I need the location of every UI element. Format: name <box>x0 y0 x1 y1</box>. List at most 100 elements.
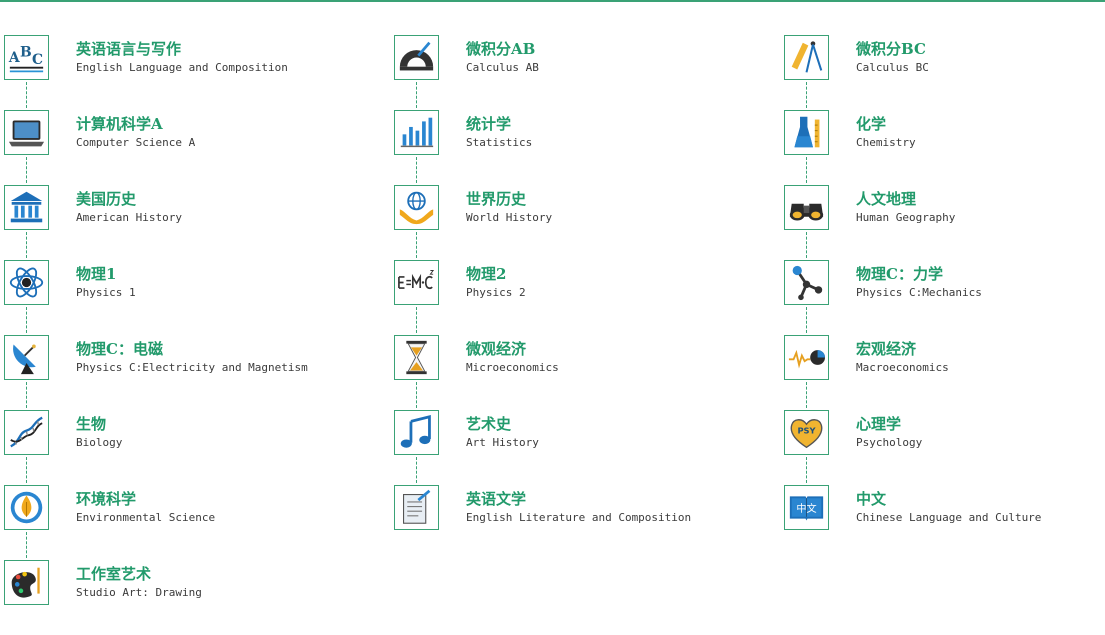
course-title-en: Biology <box>76 436 123 449</box>
course-icon-frame <box>394 335 439 380</box>
course-title-zh[interactable]: 英语语言与写作 <box>76 38 181 59</box>
capitol-building-icon <box>10 191 43 223</box>
dashed-connector <box>26 232 27 258</box>
course-title-zh[interactable]: 生物 <box>76 413 106 434</box>
compass-ruler-icon <box>791 41 823 73</box>
course-icon-frame <box>4 410 49 455</box>
dashed-connector <box>26 157 27 183</box>
dashed-connector <box>416 232 417 258</box>
course-icon-frame: 中文 <box>784 485 829 530</box>
course-icon-frame <box>784 335 829 380</box>
leaf-drop-icon <box>10 491 43 524</box>
course-item[interactable]: 工作室艺术 Studio Art: Drawing <box>4 560 394 635</box>
paint-palette-icon <box>11 567 40 598</box>
course-item[interactable]: 世界历史 World History <box>394 185 784 260</box>
psy-text: PSY <box>797 425 816 435</box>
course-title-zh[interactable]: 世界历史 <box>466 188 526 209</box>
course-title-en: Statistics <box>466 136 533 149</box>
course-title-zh[interactable]: 艺术史 <box>466 413 511 434</box>
course-item[interactable]: 宏观经济 Macroeconomics <box>784 335 1105 410</box>
course-item[interactable]: 英语文学 English Literature and Composition <box>394 485 784 560</box>
dashed-connector <box>416 307 417 333</box>
course-title-zh[interactable]: 统计学 <box>466 113 511 134</box>
course-item[interactable]: 人文地理 Human Geography <box>784 185 1105 260</box>
course-item[interactable]: PSY 心理学 Psychology <box>784 410 1105 485</box>
course-title-en: Physics C:Electricity and Magnetism <box>76 361 308 374</box>
course-title-zh[interactable]: 计算机科学A <box>76 113 163 134</box>
course-title-en: Calculus BC <box>856 61 929 74</box>
course-title-zh[interactable]: 微积分BC <box>856 38 926 59</box>
course-item[interactable]: 物理C：力学 Physics C:Mechanics <box>784 260 1105 335</box>
course-title-zh[interactable]: 化学 <box>856 113 886 134</box>
course-title-en: Studio Art: Drawing <box>76 586 202 599</box>
course-title-zh[interactable]: 心理学 <box>856 413 901 434</box>
course-item[interactable]: 艺术史 Art History <box>394 410 784 485</box>
course-icon-frame <box>4 260 49 305</box>
course-icon-frame <box>784 185 829 230</box>
document-pen-icon <box>402 489 431 524</box>
course-item[interactable]: 物理1 Physics 1 <box>4 260 394 335</box>
course-item[interactable]: 微积分BC Calculus BC <box>784 35 1105 110</box>
course-icon-frame <box>784 35 829 80</box>
course-column-1: A B C 英语语言与写作 English Language and Compo… <box>4 35 394 635</box>
bar-chart-icon <box>400 117 434 148</box>
course-item[interactable]: 计算机科学A Computer Science A <box>4 110 394 185</box>
course-title-en: Chemistry <box>856 136 916 149</box>
course-title-zh[interactable]: 微积分AB <box>466 38 535 59</box>
course-title-zh[interactable]: 中文 <box>856 488 886 509</box>
course-item[interactable]: 生物 Biology <box>4 410 394 485</box>
course-title-en: American History <box>76 211 182 224</box>
course-title-zh[interactable]: 英语文学 <box>466 488 526 509</box>
course-title-zh[interactable]: 物理C：电磁 <box>76 338 163 359</box>
course-item[interactable]: 美国历史 American History <box>4 185 394 260</box>
course-item[interactable]: 化学 Chemistry <box>784 110 1105 185</box>
course-title-zh[interactable]: 工作室艺术 <box>76 563 151 584</box>
course-item[interactable]: 微观经济 Microeconomics <box>394 335 784 410</box>
course-icon-frame <box>394 485 439 530</box>
course-item[interactable]: 环境科学 Environmental Science <box>4 485 394 560</box>
course-title-zh[interactable]: 微观经济 <box>466 338 526 359</box>
course-icon-frame <box>4 335 49 380</box>
course-column-2: 微积分AB Calculus AB 统计学 Statistics 世界历史 Wo… <box>394 35 784 560</box>
top-divider <box>0 0 1105 2</box>
dashed-connector <box>26 382 27 408</box>
abc-letters-icon: A B C <box>8 45 44 73</box>
course-item[interactable]: 统计学 Statistics <box>394 110 784 185</box>
dashed-connector <box>416 82 417 108</box>
course-icon-frame <box>4 485 49 530</box>
dashed-connector <box>806 307 807 333</box>
course-item[interactable]: A B C 英语语言与写作 English Language and Compo… <box>4 35 394 110</box>
course-item[interactable]: 中文 中文 Chinese Language and Culture <box>784 485 1105 560</box>
atom-icon <box>9 267 44 298</box>
course-title-en: Psychology <box>856 436 923 449</box>
flask-icon <box>794 116 820 148</box>
course-title-zh[interactable]: 美国历史 <box>76 188 136 209</box>
course-title-zh[interactable]: 物理1 <box>76 263 116 284</box>
svg-text:A: A <box>8 50 20 66</box>
course-title-en: English Literature and Composition <box>466 511 692 524</box>
chinese-book-text: 中文 <box>796 502 816 515</box>
course-title-en: Physics 1 <box>76 286 136 299</box>
course-column-3: 微积分BC Calculus BC 化学 Chemistry 人文地理 Huma… <box>784 35 1105 560</box>
course-icon-frame <box>394 410 439 455</box>
dashed-connector <box>806 82 807 108</box>
course-item[interactable]: 物理2 Physics 2 <box>394 260 784 335</box>
course-title-zh[interactable]: 环境科学 <box>76 488 136 509</box>
dashed-connector <box>26 532 27 558</box>
chinese-book-icon: 中文 <box>789 496 824 521</box>
course-icon-frame <box>394 185 439 230</box>
course-item[interactable]: 微积分AB Calculus AB <box>394 35 784 110</box>
dashed-connector <box>26 457 27 483</box>
dashed-connector <box>806 382 807 408</box>
course-title-zh[interactable]: 人文地理 <box>856 188 916 209</box>
globe-hands-icon <box>399 191 434 225</box>
course-item[interactable]: 物理C：电磁 Physics C:Electricity and Magneti… <box>4 335 394 410</box>
course-title-en: World History <box>466 211 553 224</box>
course-title-zh[interactable]: 物理C：力学 <box>856 263 943 284</box>
course-title-en: Art History <box>466 436 539 449</box>
course-title-en: Physics 2 <box>466 286 526 299</box>
svg-text:B: B <box>20 45 32 61</box>
course-title-en: Human Geography <box>856 211 956 224</box>
course-title-zh[interactable]: 宏观经济 <box>856 338 916 359</box>
course-title-zh[interactable]: 物理2 <box>466 263 506 284</box>
